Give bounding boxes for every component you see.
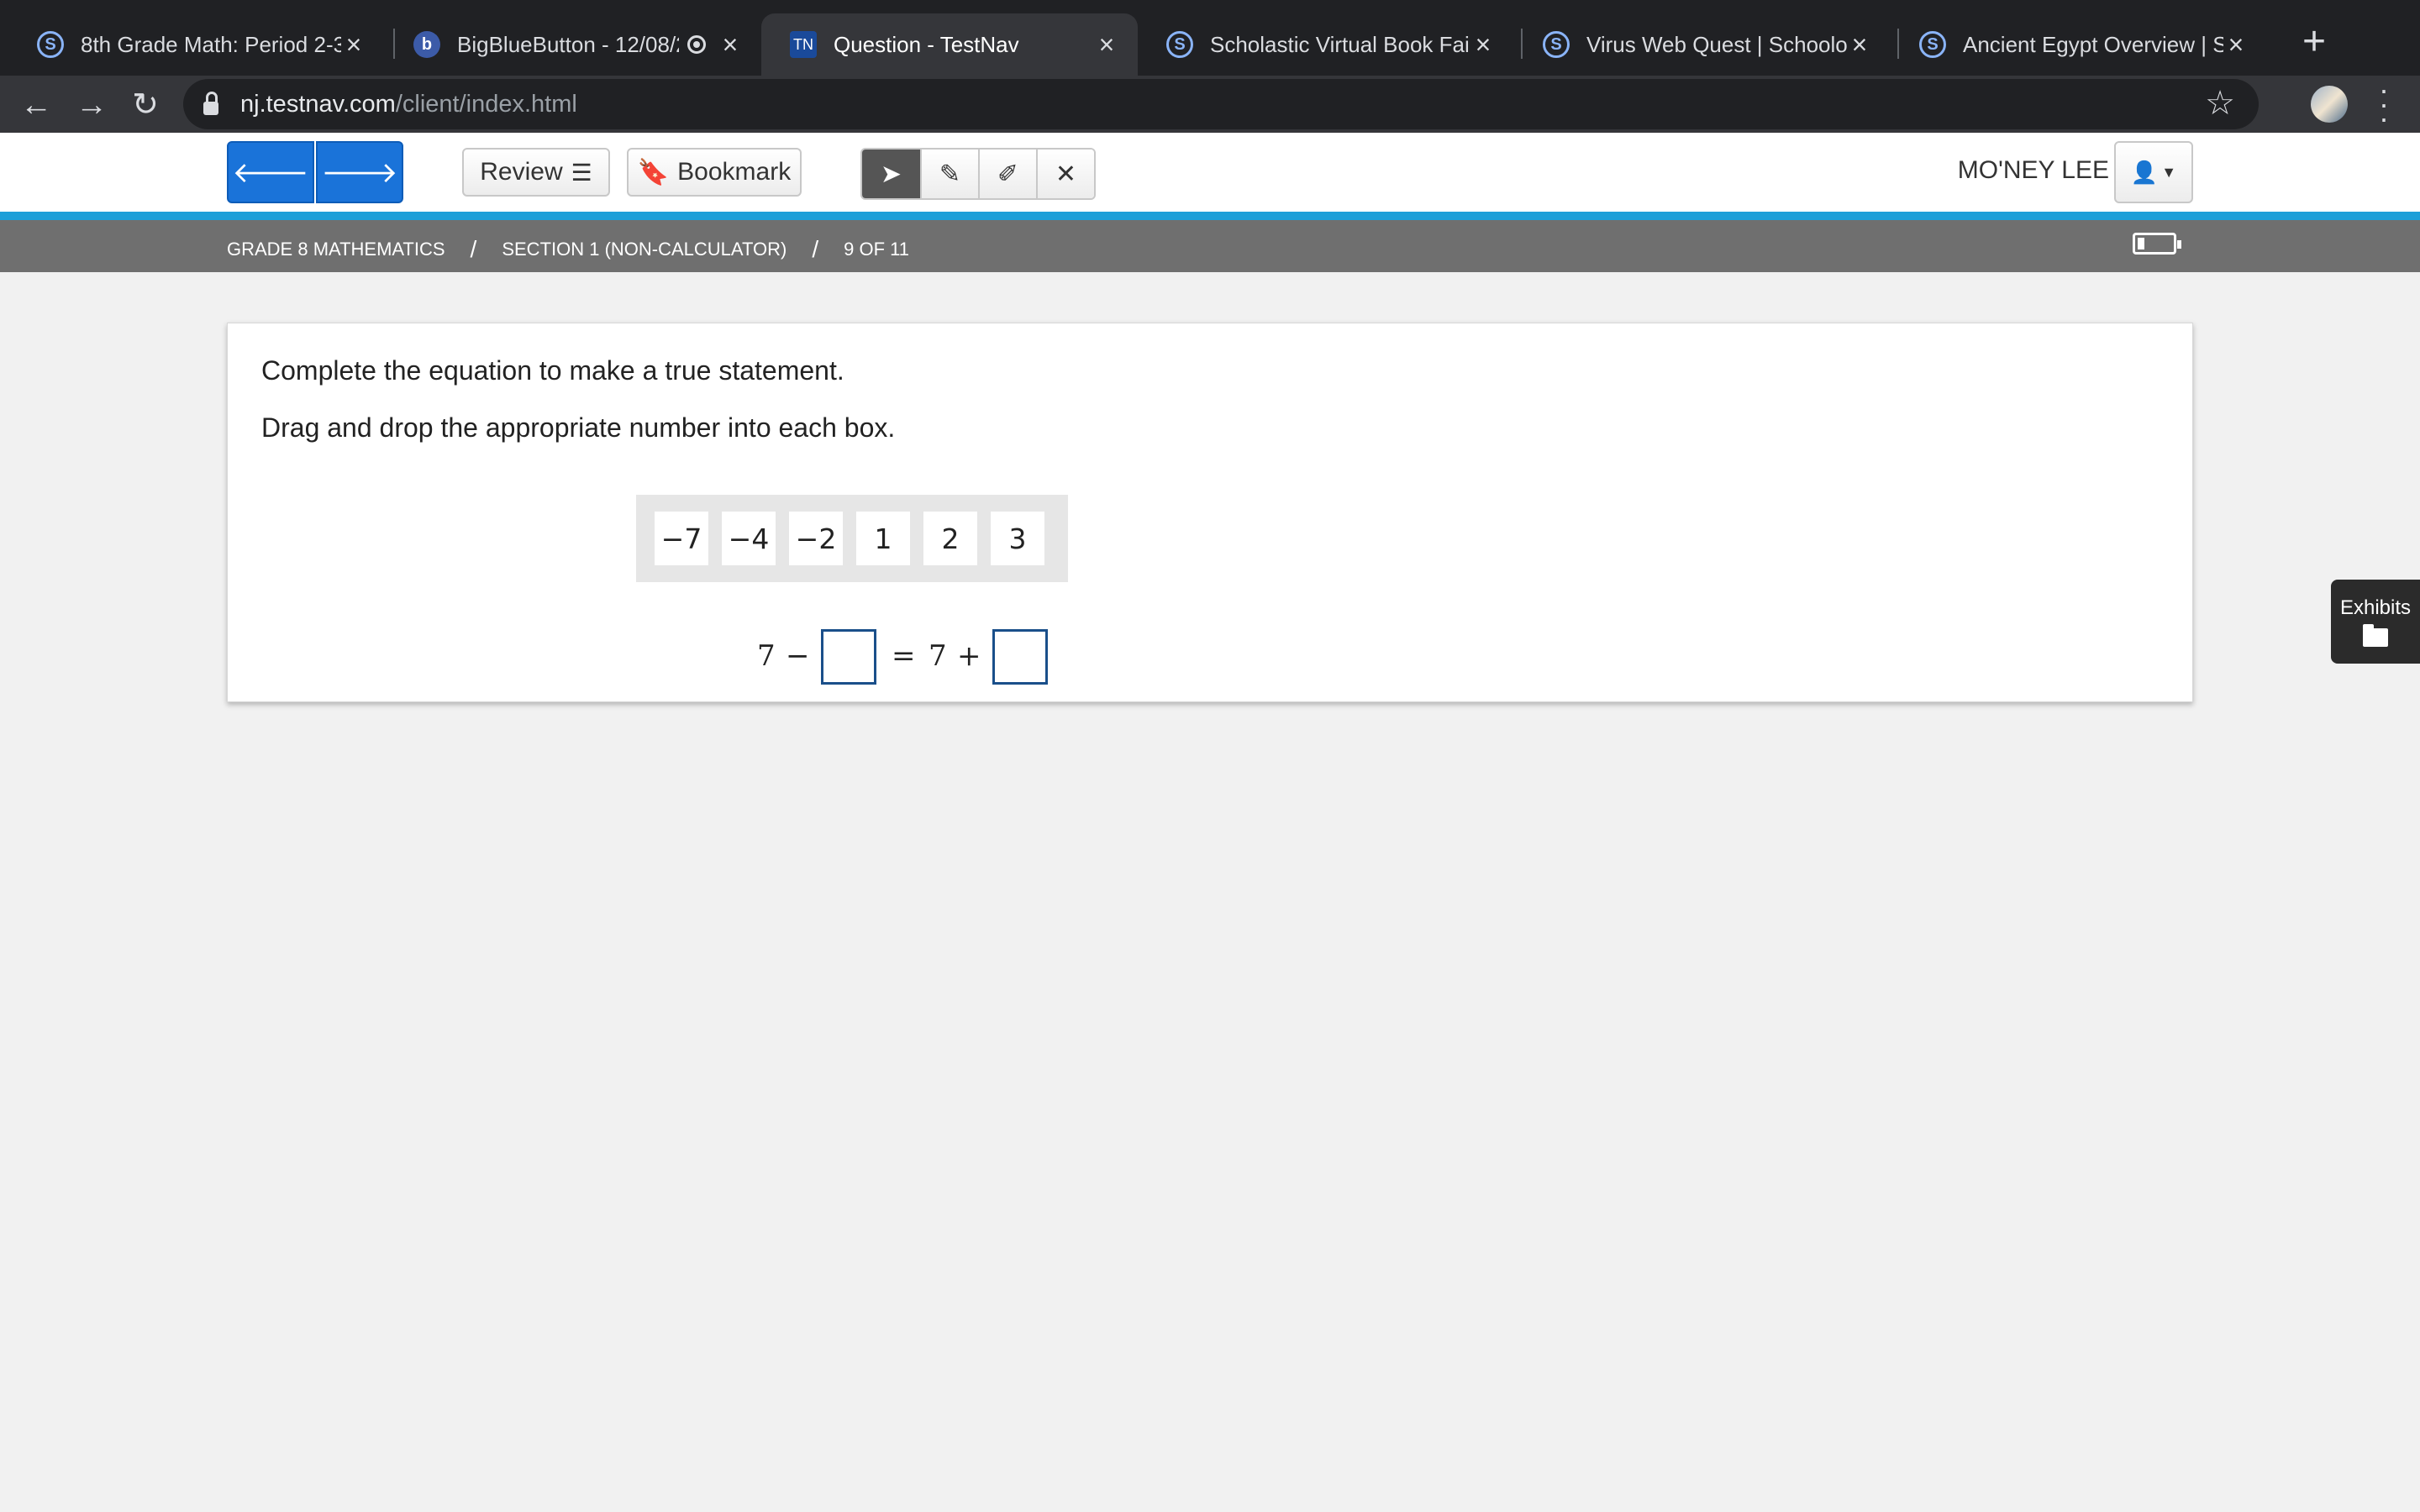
caret-down-icon: ▼: [2161, 163, 2177, 181]
testnav-icon: TN: [790, 31, 817, 58]
user-menu-button[interactable]: 👤 ▼: [2114, 141, 2193, 203]
review-label: Review: [480, 158, 563, 186]
question-instructions: Drag and drop the appropriate number int…: [261, 412, 896, 443]
tab-testnav[interactable]: TN Question - TestNav ×: [761, 13, 1138, 76]
tab-title: Scholastic Virtual Book Fair: [1210, 31, 1470, 57]
pencil-icon: ✎: [939, 160, 961, 188]
eraser-tool-button[interactable]: ✐: [978, 150, 1036, 198]
browser-tab-strip: S 8th Grade Math: Period 2-3 × b BigBlue…: [0, 0, 2420, 76]
url-host: nj.testnav.com: [240, 90, 396, 118]
equation-minus: −: [786, 639, 810, 673]
testnav-header: 🡐 🡒 Review ☰ 🔖 Bookmark ➤ ✎ ✐ ✕ MO'NEY L…: [0, 133, 2420, 220]
schoology-icon: S: [1919, 31, 1946, 58]
breadcrumb-subject: GRADE 8 MATHEMATICS: [227, 239, 445, 260]
drag-tile[interactable]: −4: [722, 512, 776, 565]
equation-right-number: 7: [929, 639, 947, 673]
question-nav: 🡐 🡒: [227, 141, 403, 203]
exhibits-label: Exhibits: [2339, 596, 2412, 619]
browser-menu-icon[interactable]: · · ·: [2371, 75, 2396, 134]
new-tab-button[interactable]: +: [2297, 18, 2331, 65]
close-icon[interactable]: ×: [1094, 29, 1119, 60]
user-icon: 👤: [2130, 159, 2159, 185]
review-button[interactable]: Review ☰: [462, 148, 610, 197]
answer-eliminator-button[interactable]: ✕: [1036, 150, 1094, 198]
drag-tile[interactable]: −2: [789, 512, 843, 565]
previous-question-button[interactable]: 🡐: [227, 141, 314, 203]
pointer-tool-button[interactable]: ➤: [862, 150, 920, 198]
bookmark-button[interactable]: 🔖 Bookmark: [627, 148, 802, 197]
close-icon[interactable]: ×: [1847, 29, 1872, 60]
reload-icon[interactable]: ↻: [124, 84, 166, 126]
battery-icon: [2133, 233, 2181, 255]
bookmark-label: Bookmark: [677, 158, 792, 186]
highlighter-tool-button[interactable]: ✎: [920, 150, 978, 198]
tab-scholastic-book-fair[interactable]: S Scholastic Virtual Book Fair ×: [1138, 13, 1514, 76]
equation-plus: +: [957, 639, 981, 673]
arrow-left-icon: 🡐: [232, 156, 309, 189]
breadcrumb-position: 9 OF 11: [844, 239, 909, 260]
exhibits-button[interactable]: Exhibits: [2331, 580, 2420, 664]
drop-box-1[interactable]: [821, 629, 876, 685]
close-icon[interactable]: ×: [341, 29, 366, 60]
back-arrow-icon[interactable]: ←: [15, 84, 57, 126]
battery-level: [2138, 238, 2144, 249]
tab-title: 8th Grade Math: Period 2-3: [81, 31, 341, 57]
tab-title: BigBlueButton - 12/08/2: [457, 31, 679, 57]
drop-box-2[interactable]: [992, 629, 1048, 685]
close-icon[interactable]: ×: [718, 29, 743, 60]
url-path: /client/index.html: [395, 90, 577, 118]
breadcrumb-separator: /: [812, 236, 819, 262]
forward-arrow-icon[interactable]: →: [71, 84, 113, 126]
equation: 7 − = 7 +: [228, 627, 2194, 686]
drag-tile[interactable]: −7: [655, 512, 708, 565]
question-prompt: Complete the equation to make a true sta…: [261, 355, 844, 386]
close-icon[interactable]: ×: [1470, 29, 1496, 60]
tab-virus-web-quest[interactable]: S Virus Web Quest | Schoolog ×: [1514, 13, 1891, 76]
pointer-icon: ➤: [880, 160, 902, 188]
bookmark-outline-icon: 🔖: [637, 158, 670, 186]
breadcrumb-trail: GRADE 8 MATHEMATICS / SECTION 1 (NON-CAL…: [227, 236, 909, 263]
tab-bigbluebutton[interactable]: b BigBlueButton - 12/08/2 ×: [385, 13, 761, 76]
question-panel: Complete the equation to make a true sta…: [227, 323, 2193, 702]
breadcrumb-section: SECTION 1 (NON-CALCULATOR): [502, 239, 787, 260]
url-text: nj.testnav.com/client/index.html: [240, 91, 577, 118]
bigbluebutton-icon: b: [413, 31, 440, 58]
cross-out-icon: ✕: [1055, 160, 1077, 188]
lock-icon: [203, 92, 218, 115]
eraser-icon: ✐: [997, 160, 1019, 188]
browser-toolbar: ← → ↻ nj.testnav.com/client/index.html ☆…: [0, 75, 2420, 134]
tab-8th-grade-math[interactable]: S 8th Grade Math: Period 2-3 ×: [8, 13, 385, 76]
tab-title: Question - TestNav: [834, 31, 1019, 57]
breadcrumb: GRADE 8 MATHEMATICS / SECTION 1 (NON-CAL…: [0, 220, 2420, 272]
tool-palette: ➤ ✎ ✐ ✕: [860, 148, 1096, 200]
schoology-icon: S: [37, 31, 64, 58]
folder-icon: [2363, 624, 2388, 647]
tab-title: Virus Web Quest | Schoolog: [1586, 31, 1847, 57]
drag-tile[interactable]: 3: [991, 512, 1044, 565]
profile-avatar[interactable]: [2311, 86, 2348, 123]
user-name: MO'NEY LEE: [1957, 156, 2109, 184]
equation-left-number: 7: [757, 639, 776, 673]
drag-tile[interactable]: 1: [856, 512, 910, 565]
address-bar[interactable]: nj.testnav.com/client/index.html ☆: [183, 79, 2259, 129]
recording-icon: [687, 35, 706, 54]
bookmark-star-icon[interactable]: ☆: [2205, 84, 2235, 123]
drag-tile[interactable]: 2: [923, 512, 977, 565]
close-icon[interactable]: ×: [2223, 29, 2249, 60]
breadcrumb-separator: /: [470, 236, 477, 262]
drag-tile-tray: −7 −4 −2 1 2 3: [636, 495, 1068, 582]
schoology-icon: S: [1543, 31, 1570, 58]
tab-ancient-egypt[interactable]: S Ancient Egypt Overview | Sc ×: [1891, 13, 2267, 76]
tab-title: Ancient Egypt Overview | Sc: [1963, 31, 2223, 57]
arrow-right-icon: 🡒: [321, 156, 398, 189]
list-icon: ☰: [571, 159, 592, 186]
next-question-button[interactable]: 🡒: [316, 141, 403, 203]
schoology-icon: S: [1166, 31, 1193, 58]
equation-equals: =: [892, 639, 916, 673]
